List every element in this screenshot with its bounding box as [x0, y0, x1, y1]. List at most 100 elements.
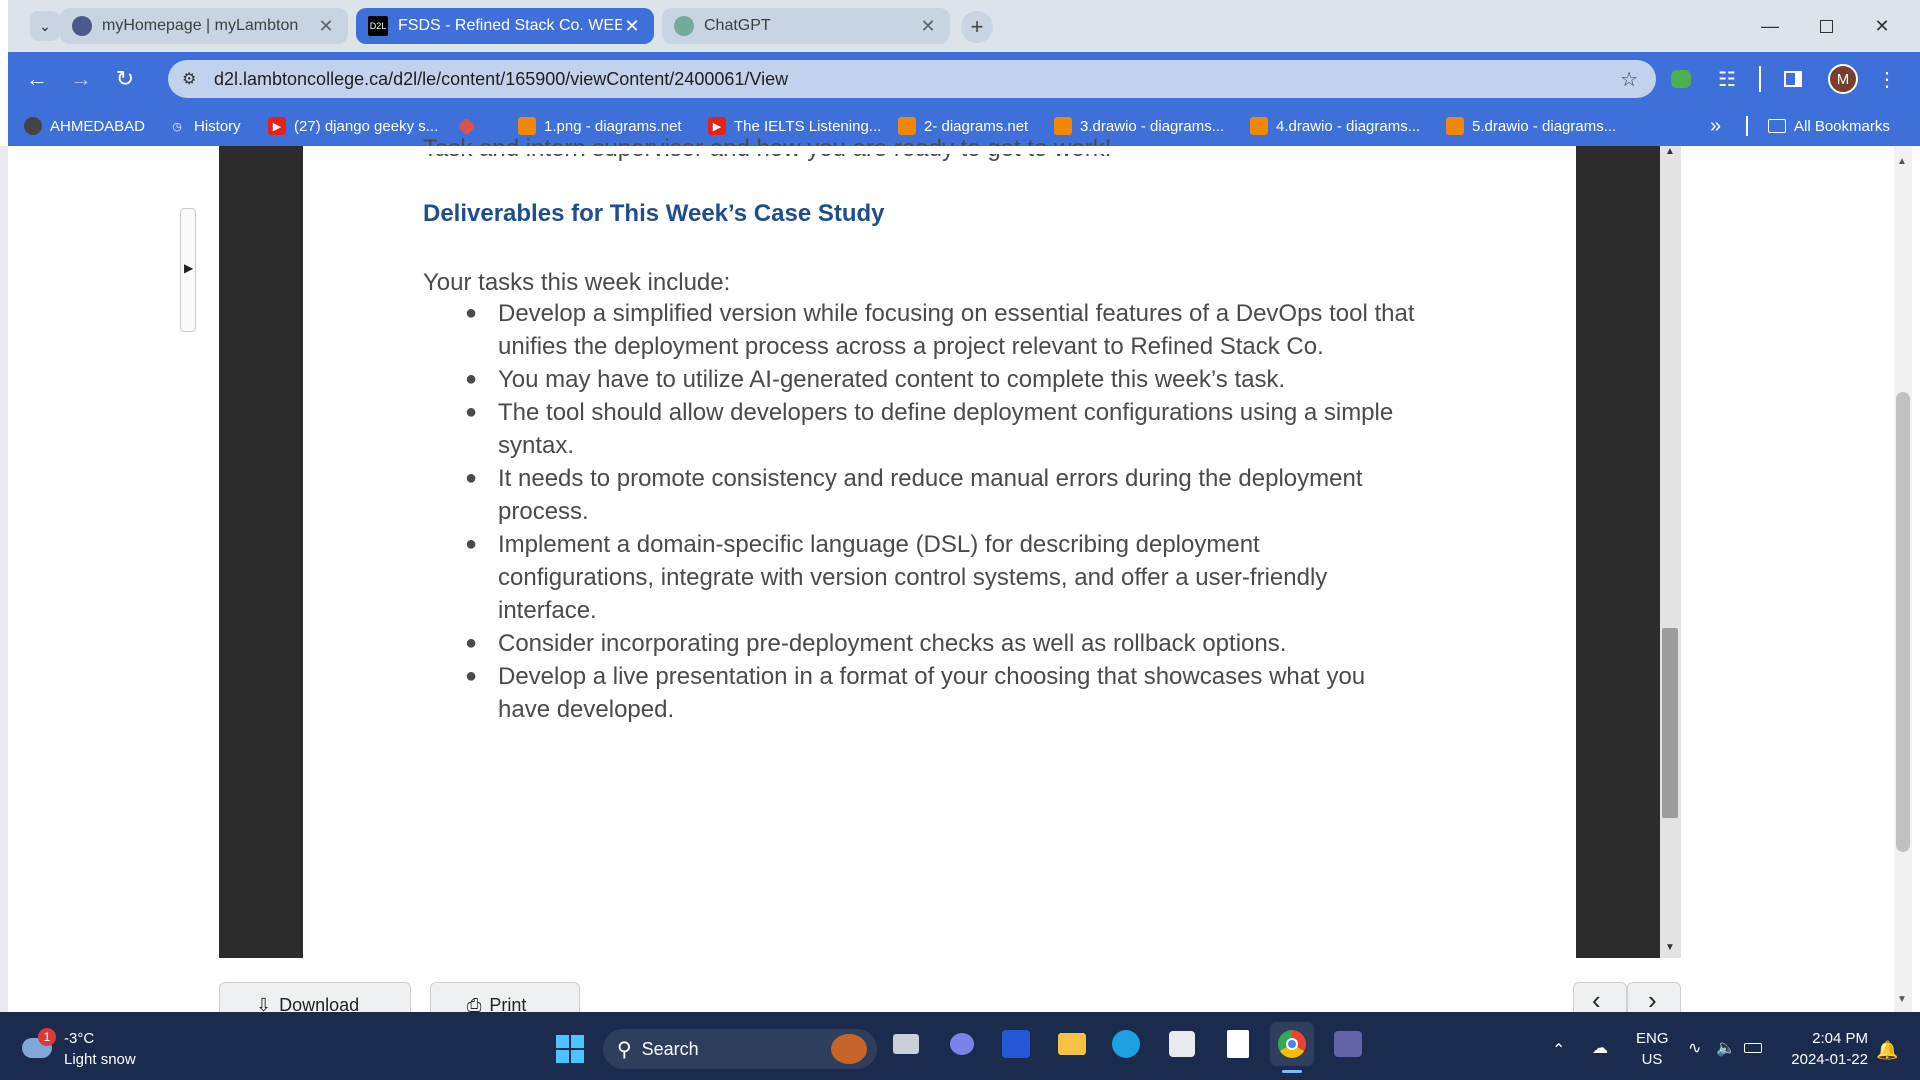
deliverable-line: You may have to utilize AI-generated con…: [498, 366, 1286, 393]
clock-time[interactable]: 2:04 PM: [1778, 1030, 1868, 1047]
address-bar[interactable]: ⚙ d2l.lambtoncollege.ca/d2l/le/content/1…: [168, 60, 1656, 98]
close-icon[interactable]: ✕: [316, 16, 336, 37]
menu-button[interactable]: ⋮: [1872, 64, 1902, 94]
tab-fsds[interactable]: D2L FSDS - Refined Stack Co. WEEK ✕: [356, 8, 654, 44]
store-button[interactable]: [1160, 1022, 1204, 1066]
bookmarks-overflow-button[interactable]: »: [1710, 114, 1721, 138]
windows-icon: [556, 1035, 584, 1063]
deliverable-line: unifies the deployment process across a …: [498, 333, 1324, 360]
deliverable-item: ● Consider incorporating pre-deployment c…: [423, 627, 1463, 660]
all-bookmarks-button[interactable]: All Bookmarks: [1768, 114, 1890, 138]
wifi-icon[interactable]: ∿: [1688, 1038, 1701, 1058]
url-text[interactable]: d2l.lambtoncollege.ca/d2l/le/content/165…: [214, 69, 1620, 90]
site-info-icon[interactable]: ⚙: [182, 69, 196, 89]
page-scroll-up-icon[interactable]: ▲: [1897, 156, 1907, 167]
search-icon: ⚲: [617, 1038, 632, 1061]
maximize-icon: [1819, 19, 1833, 33]
language-top[interactable]: ENG: [1636, 1030, 1669, 1047]
bullet-dot-icon: ●: [465, 368, 478, 390]
scroll-up-arrow-icon[interactable]: ▲: [1665, 146, 1675, 157]
edge-button[interactable]: [1104, 1022, 1148, 1066]
tray-overflow-icon[interactable]: ⌃: [1552, 1040, 1565, 1060]
notepad-button[interactable]: [1216, 1022, 1260, 1066]
page-scroll-down-icon[interactable]: ▼: [1897, 994, 1907, 1005]
close-window-button[interactable]: ✕: [1854, 0, 1910, 52]
document-scrollbar-thumb[interactable]: [1662, 628, 1678, 818]
side-panel-toggle[interactable]: ▶: [180, 208, 196, 332]
bullet-dot-icon: ●: [465, 665, 478, 687]
task-view-button[interactable]: [884, 1022, 928, 1066]
extensions-button[interactable]: ☷: [1712, 64, 1742, 94]
bookmark-ahmedabad[interactable]: AHMEDABAD: [24, 114, 145, 138]
deliverable-line: It needs to promote consistency and redu…: [498, 465, 1363, 492]
screen: ⌄ myHomepage | myLambton ✕ D2L FSDS - Re…: [0, 0, 1920, 1080]
teams-chat-button[interactable]: [940, 1022, 984, 1066]
document-scrollbar[interactable]: [1660, 146, 1681, 958]
file-explorer-button[interactable]: [1050, 1022, 1094, 1066]
active-app-indicator: [1282, 1070, 1302, 1073]
battery-icon[interactable]: [1744, 1040, 1762, 1058]
chevron-down-icon: ⌄: [39, 17, 51, 34]
caret-right-icon: ▶: [184, 261, 194, 275]
extension-frog-icon[interactable]: [1666, 64, 1696, 94]
taskbar-search[interactable]: ⚲ Search: [603, 1029, 877, 1069]
profile-avatar[interactable]: M: [1828, 64, 1858, 94]
side-panel-button[interactable]: [1778, 64, 1808, 94]
clock-date[interactable]: 2024-01-22: [1778, 1051, 1868, 1068]
volume-muted-icon[interactable]: 🔈: [1716, 1038, 1736, 1058]
tab-chatgpt[interactable]: ChatGPT ✕: [662, 8, 950, 44]
bullet-dot-icon: ●: [465, 632, 478, 654]
notification-bell-icon[interactable]: 🔔: [1876, 1040, 1898, 1061]
weather-badge: 1: [38, 1028, 56, 1046]
bullet-dot-icon: ●: [465, 467, 478, 489]
arrow-left-icon: ←: [26, 66, 48, 91]
chrome-icon: [1278, 1030, 1306, 1058]
bookmark-django[interactable]: ▶ (27) django geeky s...: [268, 114, 438, 138]
reload-icon: ↻: [115, 66, 135, 91]
deliverable-line: configurations, integrate with version c…: [498, 564, 1328, 591]
task-view-icon: [893, 1034, 919, 1054]
minimize-button[interactable]: —: [1742, 0, 1798, 52]
forward-button[interactable]: →: [66, 64, 96, 94]
app-button[interactable]: [994, 1022, 1038, 1066]
teams-button[interactable]: [1326, 1022, 1370, 1066]
back-button[interactable]: ←: [22, 64, 52, 94]
bookmark-star-icon[interactable]: ☆: [1620, 67, 1638, 92]
close-icon[interactable]: ✕: [918, 16, 938, 37]
maximize-button[interactable]: [1798, 0, 1854, 52]
tab-search-button[interactable]: ⌄: [30, 11, 60, 41]
bookmark-history[interactable]: ◷ History: [168, 114, 241, 138]
bookmark-label: History: [194, 117, 241, 135]
page-scrollbar-thumb[interactable]: [1896, 392, 1910, 852]
weather-desc: Light snow: [64, 1051, 136, 1068]
tab-myhomepage[interactable]: myHomepage | myLambton ✕: [60, 8, 348, 44]
deliverable-line: Develop a simplified version while focus…: [498, 300, 1415, 327]
bookmarks-divider: [1746, 116, 1748, 136]
bookmark-label: 5.drawio - diagrams...: [1472, 117, 1617, 135]
reload-button[interactable]: ↻: [110, 64, 140, 94]
scroll-down-arrow-icon[interactable]: ▼: [1665, 942, 1675, 953]
more-vert-icon: ⋮: [1877, 68, 1897, 91]
document-icon: [1227, 1030, 1249, 1058]
deliverable-line: syntax.: [498, 432, 575, 459]
search-label: Search: [641, 1038, 699, 1059]
chatgpt-favicon-icon: [674, 16, 694, 36]
puzzle-icon: ☷: [1718, 68, 1736, 91]
bookmark-label: AHMEDABAD: [50, 117, 146, 135]
onedrive-icon[interactable]: ☁: [1592, 1038, 1608, 1058]
start-button[interactable]: [548, 1027, 592, 1071]
close-icon[interactable]: ✕: [622, 16, 642, 37]
weather-widget[interactable]: 1: [22, 1028, 58, 1062]
d2l-favicon-icon: D2L: [368, 16, 388, 36]
language-bottom[interactable]: US: [1636, 1051, 1668, 1068]
bullet-dot-icon: ●: [465, 401, 478, 423]
new-tab-button[interactable]: +: [961, 11, 993, 43]
bookmark-diagrams-5[interactable]: 5.drawio - diagrams...: [1446, 114, 1616, 138]
drawio-icon: [1446, 117, 1464, 135]
deliverable-line: Develop a live presentation in a format …: [498, 663, 1366, 690]
youtube-icon: ▶: [268, 117, 286, 135]
deliverable-item: ● You may have to utilize AI-generated co…: [423, 363, 1463, 396]
deliverable-item: ● Develop a simplified version while focu…: [423, 297, 1463, 363]
chrome-button[interactable]: [1270, 1022, 1314, 1066]
deliverable-item: ● It needs to promote consistency and red…: [423, 462, 1463, 528]
